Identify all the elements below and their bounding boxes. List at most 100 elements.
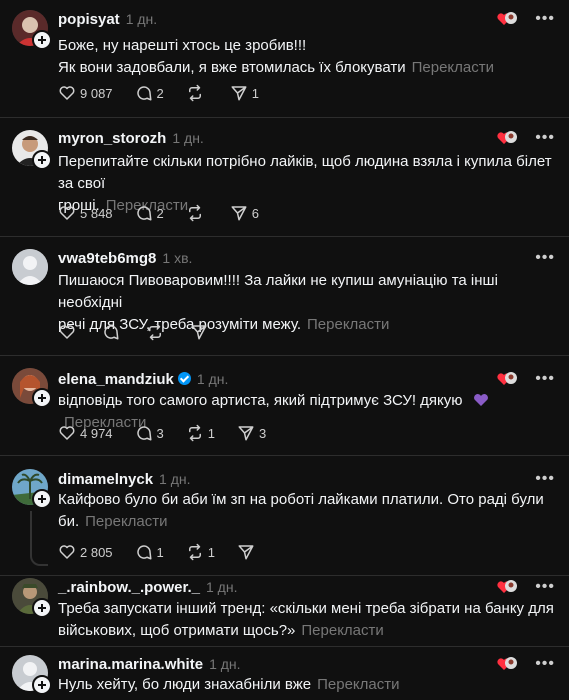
repost-button[interactable]: 1 <box>186 424 215 442</box>
share-icon <box>231 86 247 101</box>
follow-plus-icon[interactable] <box>32 598 52 618</box>
like-count: 4 974 <box>80 425 113 441</box>
more-icon[interactable]: ••• <box>535 371 555 387</box>
like-button[interactable]: 9 087 <box>58 84 113 102</box>
username[interactable]: popisyat <box>58 11 120 28</box>
username[interactable]: marina.marina.white <box>58 656 203 673</box>
heart-icon <box>59 86 75 100</box>
post-text-line: відповідь того самого артиста, який підт… <box>58 392 463 409</box>
username[interactable]: elena_mandziuk <box>58 371 174 388</box>
reply-count: 2 <box>156 85 164 101</box>
repost-count: 1 <box>207 425 216 441</box>
post: _.rainbow._.power._ 1 дн. ••• Треба запус… <box>0 576 569 646</box>
heart-icon <box>59 206 75 220</box>
post: popisyat 1 дн. ••• Боже, ну нарешті хтось… <box>0 0 569 117</box>
post: myron_storozh 1 дн. ••• Перепитайте скіль… <box>0 118 569 235</box>
timestamp: 1 дн. <box>172 130 204 146</box>
repost-icon <box>188 543 201 561</box>
timestamp: 1 дн. <box>196 371 229 387</box>
more-icon[interactable]: ••• <box>535 250 555 266</box>
follow-plus-icon[interactable] <box>32 489 52 509</box>
repost-button[interactable] <box>186 204 208 222</box>
timestamp: 1 дн. <box>206 579 238 595</box>
share-button[interactable] <box>237 543 259 561</box>
post-text-line: Як вони задовбали, я вже втомилась їх бл… <box>58 59 406 76</box>
repost-count: 1 <box>207 544 216 560</box>
timestamp: 1 дн. <box>159 471 191 487</box>
more-icon[interactable]: ••• <box>535 656 555 672</box>
share-icon <box>238 545 254 560</box>
share-icon <box>191 325 207 340</box>
reply-icon <box>136 426 152 441</box>
post-text-line: Боже, ну нарешті хтось це зробив!!! <box>58 37 307 54</box>
repost-icon <box>188 84 201 102</box>
reply-icon <box>136 206 152 221</box>
reply-button[interactable]: 3 <box>135 424 164 442</box>
reply-count: 2 <box>156 205 164 221</box>
share-count: 1 <box>251 85 260 101</box>
post-text-line: Перепитайте скільки потрібно лайків, щоб… <box>58 153 552 192</box>
like-button[interactable]: 5 848 <box>58 204 113 222</box>
reply-button[interactable]: 2 <box>135 204 164 222</box>
share-button[interactable] <box>190 323 212 341</box>
repost-icon <box>188 204 201 222</box>
liked-by-avatar-icon <box>497 371 518 387</box>
reply-button[interactable]: 2 <box>135 84 164 102</box>
repost-button[interactable] <box>186 84 208 102</box>
username[interactable]: dimamelnyck <box>58 471 153 488</box>
post-text-line: військових, щоб отримати щось?» <box>58 622 296 639</box>
more-icon[interactable]: ••• <box>535 579 555 595</box>
reply-button[interactable] <box>102 323 124 341</box>
follow-plus-icon[interactable] <box>32 388 52 408</box>
translate-link[interactable]: Перекласти <box>85 513 167 530</box>
more-icon[interactable]: ••• <box>535 471 555 487</box>
post-text-line: Треба запускати інший тренд: «скільки ме… <box>58 600 554 617</box>
timestamp: 1 хв. <box>162 250 193 266</box>
post-text-line: Кайфово було би аби їм зп на роботі лайк… <box>58 491 544 508</box>
like-button[interactable]: 4 974 <box>58 424 113 442</box>
avatar[interactable] <box>12 249 48 285</box>
repost-button[interactable]: 1 <box>186 543 215 561</box>
translate-link[interactable]: Перекласти <box>307 316 389 333</box>
share-count: 6 <box>251 205 260 221</box>
share-button[interactable]: 3 <box>237 424 266 442</box>
reply-icon <box>104 325 119 340</box>
like-count: 2 805 <box>80 544 113 560</box>
thread-line <box>30 511 32 551</box>
like-count: 9 087 <box>80 85 113 101</box>
share-button[interactable]: 1 <box>230 84 259 102</box>
translate-link[interactable]: Перекласти <box>412 59 494 76</box>
post-text-line: Пишаюся Пивоваровим!!!! За лайки не купи… <box>58 272 498 311</box>
follow-plus-icon[interactable] <box>32 30 52 50</box>
post-text-line: би. <box>58 513 80 530</box>
reply-count: 3 <box>156 425 164 441</box>
share-button[interactable]: 6 <box>230 204 259 222</box>
username[interactable]: vwa9teb6mg8 <box>58 250 156 267</box>
username[interactable]: myron_storozh <box>58 130 166 147</box>
post-text-line: Нуль хейту, бо люди знахабніли вже <box>58 676 312 693</box>
heart-icon <box>59 426 75 440</box>
username[interactable]: _.rainbow._.power._ <box>58 579 200 596</box>
like-button[interactable] <box>58 323 80 341</box>
follow-plus-icon[interactable] <box>32 675 52 695</box>
timestamp: 1 дн. <box>209 656 241 672</box>
post: dimamelnyck 1 дн. ••• Кайфово було би аби… <box>0 456 569 575</box>
translate-link[interactable]: Перекласти <box>301 622 383 639</box>
reply-icon <box>136 545 152 560</box>
more-icon[interactable]: ••• <box>535 130 555 146</box>
follow-plus-icon[interactable] <box>32 150 52 170</box>
more-icon[interactable]: ••• <box>535 11 555 27</box>
translate-link[interactable]: Перекласти <box>317 676 399 693</box>
share-icon <box>231 206 247 221</box>
like-button[interactable]: 2 805 <box>58 543 113 561</box>
verified-icon <box>177 372 191 385</box>
liked-by-avatar-icon <box>497 130 518 146</box>
repost-icon <box>188 424 201 442</box>
repost-button[interactable] <box>146 323 168 341</box>
reply-count: 1 <box>156 544 164 560</box>
post: elena_mandziuk 1 дн. ••• відповідь того с… <box>0 356 569 455</box>
purple-heart-emoji-icon <box>473 394 488 406</box>
reply-button[interactable]: 1 <box>135 543 164 561</box>
liked-by-avatar-icon <box>497 11 518 27</box>
thread-connector <box>30 550 48 566</box>
